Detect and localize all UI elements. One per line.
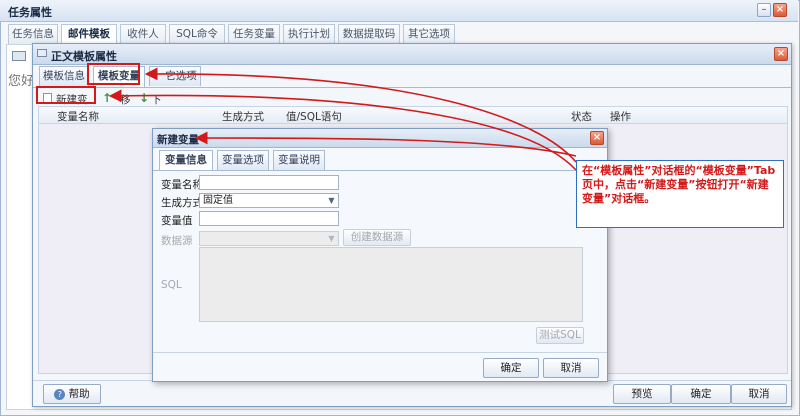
arrow-to-new-button: [108, 89, 577, 171]
annotation-callout: 在“模板属性”对话框的“模板变量”Tab页中，点击“新建变量”按钮打开“新建变量…: [576, 160, 784, 228]
arrow-to-tab: [144, 67, 577, 163]
arrow-to-dialog: [194, 131, 577, 157]
